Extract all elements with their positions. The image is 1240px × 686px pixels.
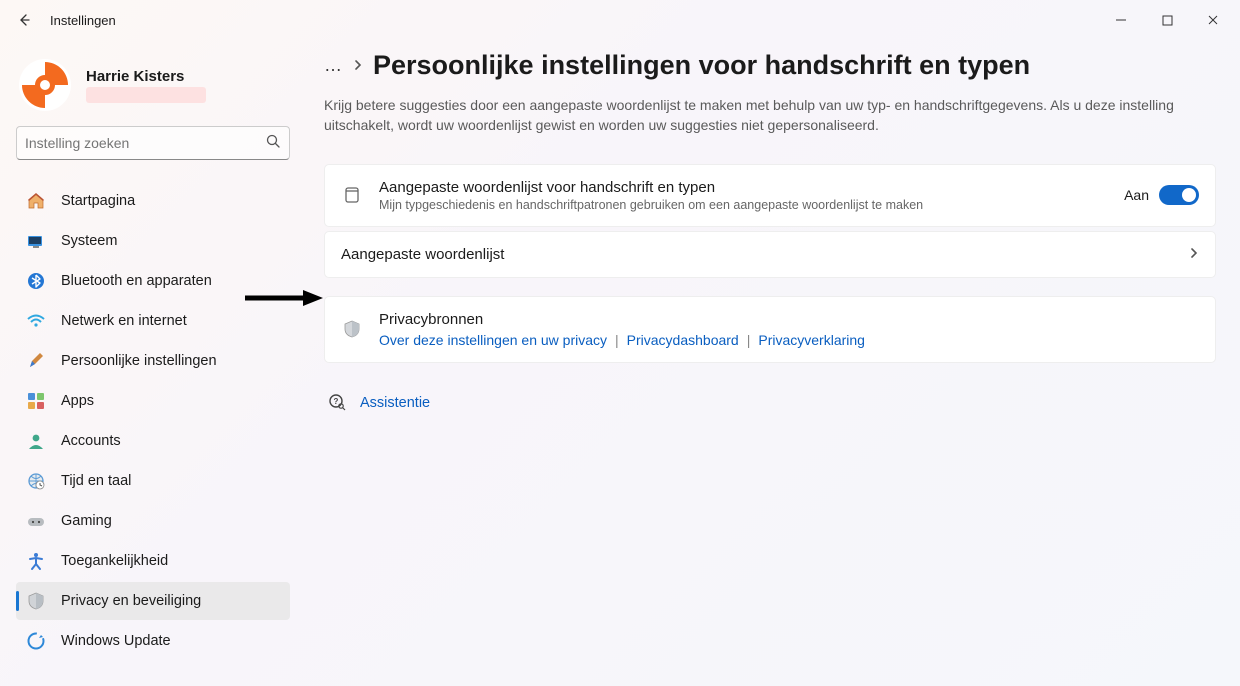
avatar [18, 58, 72, 112]
search-input[interactable] [25, 135, 266, 151]
card-title: Aangepaste woordenlijst voor handschrift… [379, 179, 1108, 196]
update-icon [26, 631, 46, 651]
minimize-button[interactable] [1098, 4, 1144, 36]
wifi-icon [26, 311, 46, 331]
sidebar-item-label: Bluetooth en apparaten [61, 273, 212, 289]
help-icon: ? [328, 393, 346, 414]
dictionary-icon [341, 184, 363, 206]
sidebar-item-bluetooth[interactable]: Bluetooth en apparaten [16, 262, 290, 300]
search-box[interactable] [16, 126, 290, 160]
bluetooth-icon [26, 271, 46, 291]
sidebar-item-label: Toegankelijkheid [61, 553, 168, 569]
arrow-left-icon [16, 12, 32, 28]
home-icon [26, 191, 46, 211]
profile-block[interactable]: Harrie Kisters [16, 58, 290, 112]
user-name: Harrie Kisters [86, 68, 206, 85]
chevron-right-icon [353, 58, 363, 74]
maximize-icon [1162, 15, 1173, 26]
sidebar-item-label: Startpagina [61, 193, 135, 209]
close-button[interactable] [1190, 4, 1236, 36]
card-custom-dictionary-nav[interactable]: Aangepaste woordenlijst [324, 231, 1216, 278]
page-title: Persoonlijke instellingen voor handschri… [373, 50, 1030, 81]
sidebar-item-gaming[interactable]: Gaming [16, 502, 290, 540]
toggle-switch[interactable] [1159, 185, 1199, 205]
globe-clock-icon [26, 471, 46, 491]
privacy-link-about[interactable]: Over deze instellingen en uw privacy [379, 332, 607, 348]
card-subtitle: Mijn typgeschiedenis en handschriftpatro… [379, 198, 1108, 212]
privacy-link-statement[interactable]: Privacyverklaring [758, 332, 865, 348]
close-icon [1207, 14, 1219, 26]
card-title: Privacybronnen [379, 311, 1199, 328]
breadcrumb-more[interactable]: … [324, 55, 343, 76]
brush-icon [26, 351, 46, 371]
shield-icon [341, 318, 363, 340]
sidebar-item-label: Windows Update [61, 633, 171, 649]
sidebar-item-accessibility[interactable]: Toegankelijkheid [16, 542, 290, 580]
sidebar-item-label: Apps [61, 393, 94, 409]
separator: | [747, 332, 751, 348]
shield-icon [26, 591, 46, 611]
sidebar-item-update[interactable]: Windows Update [16, 622, 290, 660]
sidebar-item-privacy[interactable]: Privacy en beveiliging [16, 582, 290, 620]
page-description: Krijg betere suggesties door een aangepa… [324, 95, 1204, 136]
sidebar-item-personalization[interactable]: Persoonlijke instellingen [16, 342, 290, 380]
toggle-state-label: Aan [1124, 187, 1149, 203]
sidebar-item-label: Netwerk en internet [61, 313, 187, 329]
back-button[interactable] [4, 0, 44, 40]
privacy-link-dashboard[interactable]: Privacydashboard [627, 332, 739, 348]
sidebar-item-apps[interactable]: Apps [16, 382, 290, 420]
sidebar-item-time-language[interactable]: Tijd en taal [16, 462, 290, 500]
user-email-redacted [86, 87, 206, 103]
gamepad-icon [26, 511, 46, 531]
separator: | [615, 332, 619, 348]
sidebar-item-network[interactable]: Netwerk en internet [16, 302, 290, 340]
chevron-right-icon [1189, 246, 1199, 263]
sidebar-item-label: Tijd en taal [61, 473, 131, 489]
apps-icon [26, 391, 46, 411]
sidebar-item-system[interactable]: Systeem [16, 222, 290, 260]
sidebar-item-label: Systeem [61, 233, 117, 249]
sidebar-item-accounts[interactable]: Accounts [16, 422, 290, 460]
sidebar-item-label: Gaming [61, 513, 112, 529]
sidebar-item-label: Privacy en beveiliging [61, 593, 201, 609]
card-title: Aangepaste woordenlijst [341, 246, 1173, 263]
sidebar-item-home[interactable]: Startpagina [16, 182, 290, 220]
accessibility-icon [26, 551, 46, 571]
minimize-icon [1115, 14, 1127, 26]
search-icon [266, 134, 281, 152]
card-custom-dictionary-toggle: Aangepaste woordenlijst voor handschrift… [324, 164, 1216, 227]
sidebar-item-label: Accounts [61, 433, 121, 449]
assist-row[interactable]: ? Assistentie [324, 387, 1216, 420]
svg-text:?: ? [334, 397, 339, 406]
system-icon [26, 231, 46, 251]
assist-link[interactable]: Assistentie [360, 395, 430, 411]
person-icon [26, 431, 46, 451]
app-title: Instellingen [50, 13, 116, 28]
sidebar-item-label: Persoonlijke instellingen [61, 353, 217, 369]
card-privacy-resources: Privacybronnen Over deze instellingen en… [324, 296, 1216, 363]
maximize-button[interactable] [1144, 4, 1190, 36]
